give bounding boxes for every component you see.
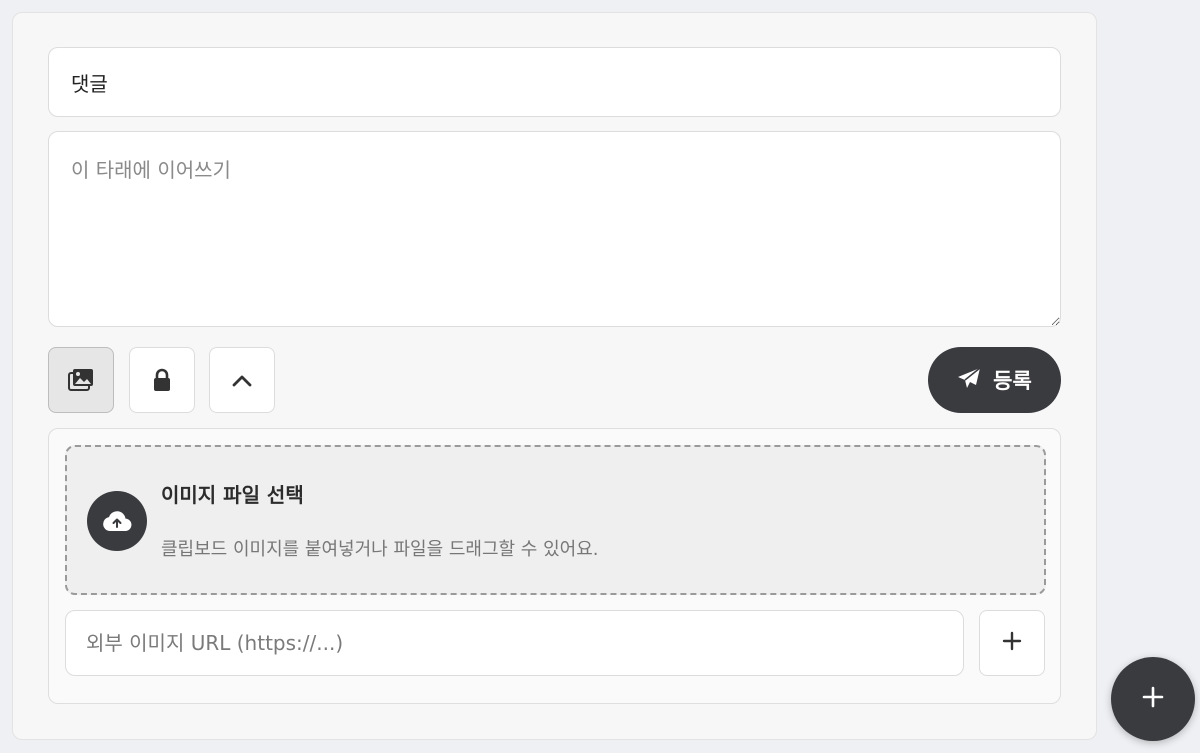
cloud-upload-icon xyxy=(87,491,147,551)
paper-plane-icon xyxy=(957,366,981,394)
image-dropzone[interactable]: 이미지 파일 선택 클립보드 이미지를 붙여넣거나 파일을 드래그할 수 있어요… xyxy=(65,445,1046,595)
reply-textarea[interactable] xyxy=(48,131,1061,327)
collapse-button[interactable] xyxy=(209,347,275,413)
image-gallery-icon xyxy=(68,368,94,392)
add-url-button[interactable] xyxy=(979,610,1045,676)
submit-button[interactable]: 등록 xyxy=(928,347,1061,413)
plus-icon xyxy=(1002,631,1022,655)
dropzone-description: 클립보드 이미지를 붙여넣거나 파일을 드래그할 수 있어요. xyxy=(161,539,599,560)
title-input[interactable] xyxy=(48,47,1061,117)
chevron-up-icon xyxy=(232,373,252,387)
external-image-url-input[interactable] xyxy=(65,610,964,676)
plus-icon xyxy=(1142,686,1164,712)
floating-add-button[interactable] xyxy=(1111,657,1195,741)
image-upload-panel: 이미지 파일 선택 클립보드 이미지를 붙여넣거나 파일을 드래그할 수 있어요… xyxy=(48,428,1061,704)
lock-button[interactable] xyxy=(129,347,195,413)
lock-icon xyxy=(152,368,172,392)
dropzone-title: 이미지 파일 선택 xyxy=(161,483,304,507)
image-toggle-button[interactable] xyxy=(48,347,114,413)
submit-label: 등록 xyxy=(993,369,1032,393)
